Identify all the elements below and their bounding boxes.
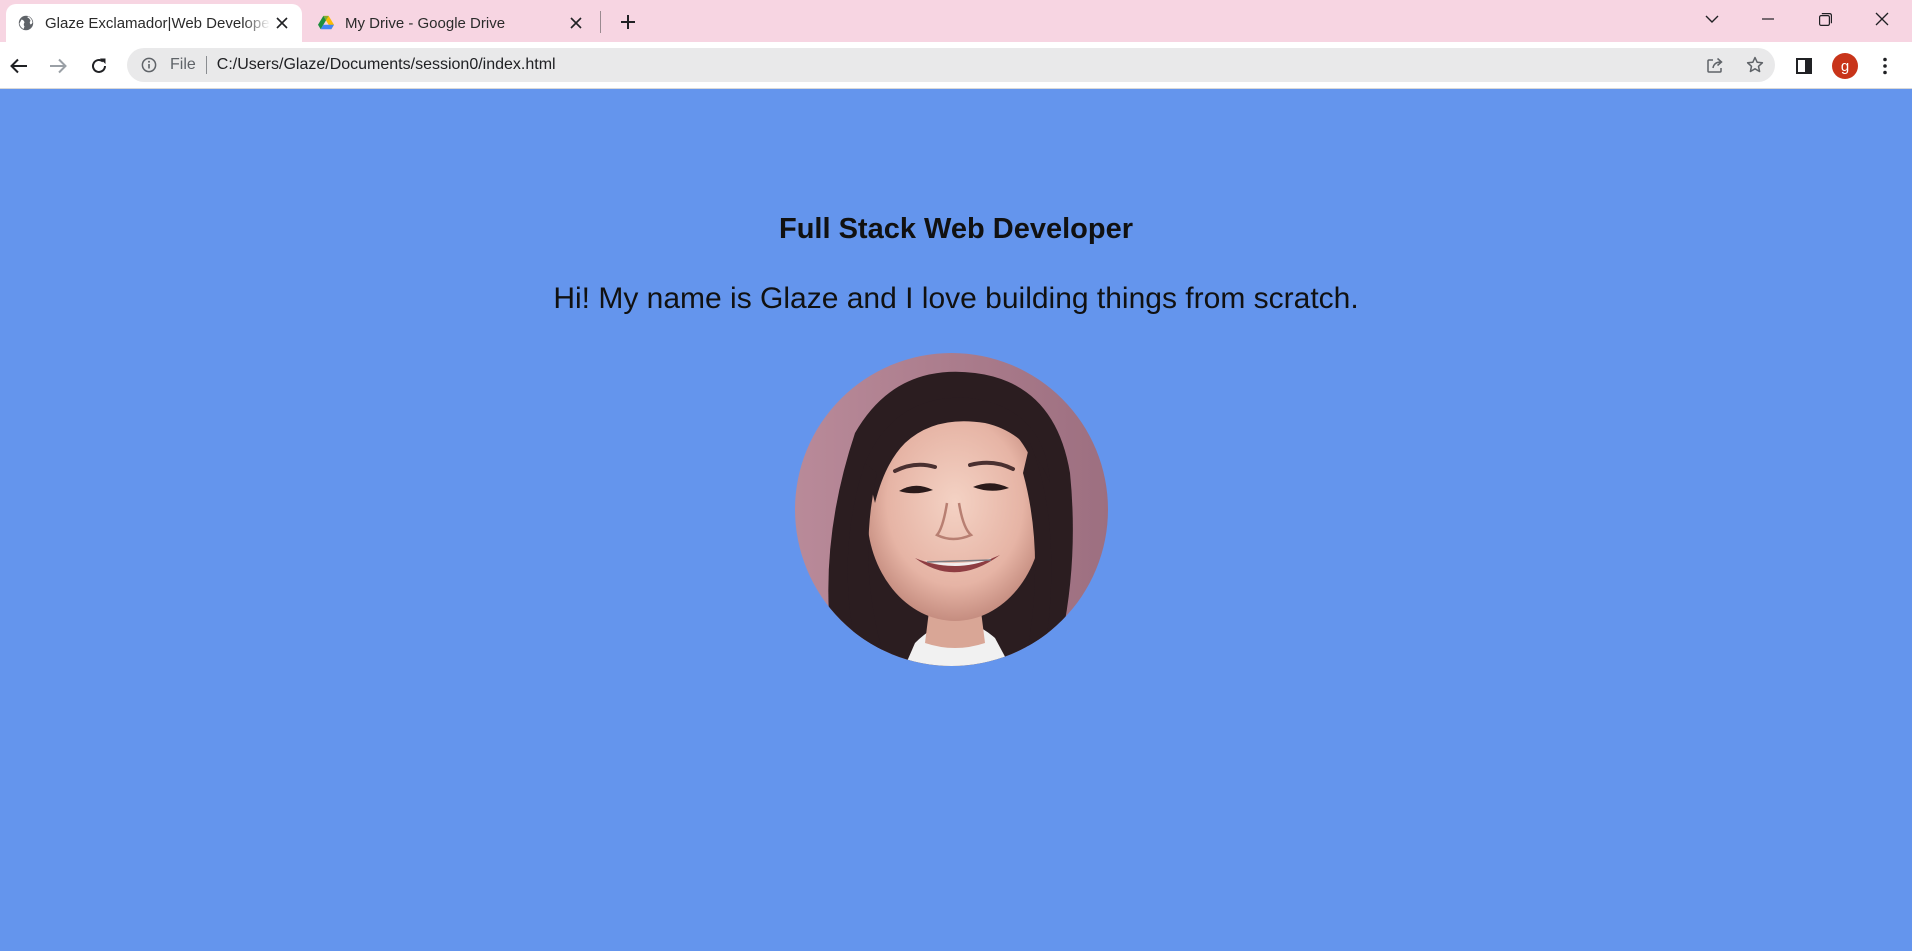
- address-bar[interactable]: File C:/Users/Glaze/Documents/session0/i…: [127, 48, 1775, 82]
- reload-icon: [92, 58, 106, 73]
- tab-google-drive[interactable]: My Drive - Google Drive: [306, 4, 596, 42]
- tab-strip: Glaze Exclamador|Web Developer My Drive …: [0, 0, 1912, 42]
- info-icon[interactable]: [140, 56, 158, 74]
- minimize-icon: [1762, 18, 1774, 20]
- arrow-left-icon: [10, 58, 27, 74]
- url-text[interactable]: C:/Users/Glaze/Documents/session0/index.…: [217, 56, 556, 74]
- close-tab-icon[interactable]: [564, 11, 588, 35]
- chevron-down-icon: [1705, 15, 1719, 23]
- google-drive-icon: [318, 15, 334, 31]
- scheme-divider: [205, 56, 207, 74]
- tab-separator: [600, 11, 601, 33]
- intro-text: Hi! My name is Glaze and I love building…: [553, 282, 1359, 315]
- page-title: Full Stack Web Developer: [778, 213, 1134, 245]
- arrow-right-icon: [50, 58, 67, 74]
- restore-button[interactable]: [1797, 0, 1853, 38]
- menu-button[interactable]: [1869, 50, 1901, 82]
- minimize-button[interactable]: [1740, 0, 1796, 38]
- tab-title: Glaze Exclamador|Web Developer: [45, 14, 270, 32]
- profile-photo: [795, 353, 1108, 666]
- scheme-label: File: [170, 56, 196, 73]
- close-icon: [1875, 12, 1889, 26]
- profile-button[interactable]: g: [1829, 50, 1861, 82]
- side-panel-button[interactable]: [1788, 50, 1820, 82]
- tab-search-button[interactable]: [1684, 0, 1740, 38]
- reload-button[interactable]: [83, 50, 115, 82]
- page-viewport: Full Stack Web Developer Hi! My name is …: [0, 89, 1912, 951]
- close-tab-icon[interactable]: [270, 11, 294, 35]
- avatar: g: [1832, 53, 1858, 79]
- new-tab-button[interactable]: [614, 8, 642, 36]
- restore-icon: [1818, 12, 1832, 26]
- bookmark-star-icon[interactable]: [1735, 48, 1775, 82]
- tab-title: My Drive - Google Drive: [345, 14, 506, 32]
- more-vertical-icon: [1883, 57, 1887, 75]
- back-button[interactable]: [3, 50, 35, 82]
- forward-button[interactable]: [42, 50, 74, 82]
- browser-toolbar: File C:/Users/Glaze/Documents/session0/i…: [0, 42, 1912, 89]
- tab-active[interactable]: Glaze Exclamador|Web Developer: [6, 4, 302, 42]
- side-panel-icon: [1796, 58, 1812, 74]
- share-icon[interactable]: [1695, 48, 1735, 82]
- plus-icon: [621, 15, 635, 29]
- portrait-image: [795, 353, 1108, 666]
- close-window-button[interactable]: [1854, 0, 1910, 38]
- globe-icon: [18, 15, 34, 31]
